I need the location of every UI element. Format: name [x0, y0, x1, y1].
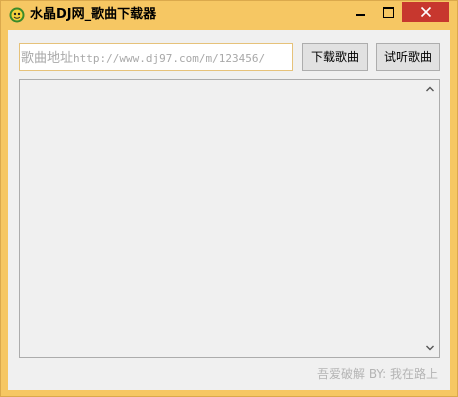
maximize-button[interactable]	[375, 2, 401, 22]
preview-song-button[interactable]: 试听歌曲	[376, 43, 440, 71]
app-window: 水晶DJ网_歌曲下载器 歌曲地址http://www.dj97.com/m/12…	[0, 0, 458, 397]
credit-label: 吾爱破解 BY: 我在路上	[317, 367, 438, 381]
output-textarea[interactable]	[19, 79, 440, 358]
scroll-down-icon[interactable]	[423, 341, 437, 355]
close-button[interactable]	[402, 2, 449, 22]
window-title: 水晶DJ网_歌曲下载器	[30, 7, 157, 22]
app-logo-icon	[9, 7, 25, 23]
song-url-input[interactable]	[19, 43, 293, 71]
minimize-icon	[356, 14, 365, 16]
scroll-up-icon[interactable]	[423, 82, 437, 96]
title-bar[interactable]: 水晶DJ网_歌曲下载器	[1, 1, 457, 29]
minimize-button[interactable]	[347, 2, 373, 22]
download-song-button[interactable]: 下载歌曲	[302, 43, 368, 71]
client-area: 歌曲地址http://www.dj97.com/m/123456/ 下载歌曲 试…	[8, 30, 450, 390]
maximize-icon	[383, 7, 394, 18]
close-icon	[420, 6, 432, 18]
